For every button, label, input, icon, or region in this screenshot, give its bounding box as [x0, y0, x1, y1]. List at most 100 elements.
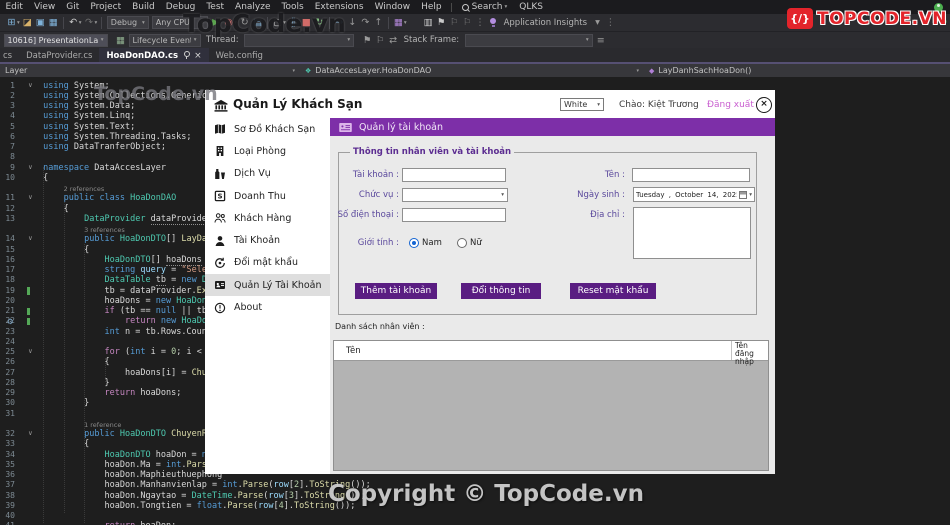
gender-label: Giới tính : [325, 238, 399, 248]
phone-input[interactable] [402, 208, 506, 222]
logo-badge: {/} [787, 8, 813, 29]
update-info-button[interactable]: Đổi thông tin [461, 283, 541, 299]
column-header-ten[interactable]: Tên [346, 346, 361, 356]
app-title-bar: Quản Lý Khách Sạn White ▾ Chào: Kiệt Trư… [205, 90, 775, 118]
sidebar-item-quan-ly-tai-khoan[interactable]: Quản Lý Tài Khoản [205, 274, 330, 296]
menu-view[interactable]: View [28, 2, 60, 12]
phone-label: Số điện thoại : [325, 210, 399, 220]
name-label: Tên : [553, 170, 625, 180]
solution-configurations-combo[interactable]: Debug▾ [107, 16, 149, 29]
change-tracking-bar [27, 318, 30, 326]
dob-datepicker[interactable]: Tuesday , October 14, 2025 ▾ [633, 187, 755, 202]
collapse-chevron-icon[interactable]: ∨ [28, 234, 33, 242]
output-icon[interactable]: ▥ [422, 15, 435, 30]
pin-icon[interactable] [184, 51, 190, 57]
menu-build[interactable]: Build [127, 2, 161, 12]
toolbar-overflow-icon[interactable]: ⋮ [604, 15, 617, 30]
content-header-title: Quản lý tài khoản [359, 122, 443, 133]
stack-frame-combo[interactable]: ▾ [465, 34, 593, 47]
menu-edit[interactable]: Edit [0, 2, 28, 12]
step-out-icon[interactable]: ↑ [372, 15, 385, 30]
logo-text: TOPCODE.VN [817, 9, 947, 29]
search-icon [462, 4, 469, 11]
collapse-chevron-icon[interactable]: ∨ [28, 193, 33, 201]
breadcrumb-segment-2[interactable]: ❖DataAccesLayer.HoaDonDAO▾ [300, 64, 644, 77]
close-icon[interactable]: × [756, 97, 772, 113]
sidebar-item-doanh-thu[interactable]: SDoanh Thu [205, 185, 330, 207]
logout-link[interactable]: Đăng xuất [707, 100, 754, 110]
application-insights-icon[interactable] [490, 18, 497, 27]
toolbar-separator [388, 17, 389, 29]
sidebar-item-tai-khoan[interactable]: Tài Khoản [205, 229, 330, 251]
menu-git[interactable]: Git [61, 2, 85, 12]
sidebar-item-loai-phong[interactable]: Loại Phòng [205, 140, 330, 162]
id-card-icon [339, 123, 352, 132]
sidebar-item-dich-vu[interactable]: Dịch Vụ [205, 163, 330, 185]
flag-outline-icon[interactable]: ⚐ [374, 33, 387, 48]
bookmark-overflow-icon[interactable]: ⋮ [474, 15, 487, 30]
search-label: Search [472, 2, 503, 12]
username-input[interactable] [402, 168, 506, 182]
tab-dataprovider-cs[interactable]: DataProvider.cs [19, 48, 99, 63]
debugbar-overflow-icon[interactable]: ≡ [594, 33, 607, 48]
screen: EditViewGitProjectBuildDebugTestAnalyzeT… [0, 0, 950, 525]
navigation-bar: Layer▾❖DataAccesLayer.HoaDonDAO▾◆LayDanh… [0, 64, 950, 77]
solution-name: QLKS [514, 2, 549, 12]
sidebar-item-label: Dịch Vụ [234, 168, 271, 179]
search-control[interactable]: Search ▾ [456, 2, 514, 12]
sidebar-item-label: Quản Lý Tài Khoản [234, 280, 322, 291]
column-header-ten-dang-nhap[interactable]: Tên đăng nhập [735, 342, 768, 366]
collapse-chevron-icon[interactable]: ∨ [28, 347, 33, 355]
menu-help[interactable]: Help [416, 2, 448, 12]
collapse-chevron-icon[interactable]: ∨ [28, 163, 33, 171]
breadcrumb-segment-1[interactable]: Layer▾ [0, 64, 300, 77]
watermark-toolbar: TopCode.vn [183, 9, 346, 38]
open-folder-icon[interactable]: ◪ [21, 15, 34, 30]
save-all-icon[interactable]: ▦ [47, 15, 60, 30]
watermark-copyright: Copyright © TopCode.vn [328, 481, 644, 507]
chevron-down-icon: ▾ [597, 102, 600, 108]
svg-text:S: S [217, 192, 222, 200]
quick-actions-icon[interactable]: ⚙ [7, 317, 14, 326]
name-input[interactable] [632, 168, 750, 182]
chevron-down-icon: ▾ [79, 20, 82, 26]
prev-bookmark-icon[interactable]: ⚐ [448, 15, 461, 30]
username-label: Tài khoản : [325, 170, 399, 180]
process-combo[interactable]: 10616] PresentationLayer.exe▾ [4, 34, 108, 47]
gender-male-label: Nam [422, 238, 442, 248]
address-textarea[interactable] [633, 207, 751, 259]
lifecycle-events-icon[interactable]: ▦ [114, 33, 127, 48]
reset-password-button[interactable]: Reset mật khẩu [570, 283, 656, 299]
menu-project[interactable]: Project [85, 2, 127, 12]
breadcrumb-segment-3[interactable]: ◆LayDanhSachHoaDon() [644, 64, 756, 77]
gender-female-radio[interactable] [457, 238, 467, 248]
application-insights-caret-icon[interactable]: ▾ [591, 15, 604, 30]
gender-male-radio[interactable] [409, 238, 419, 248]
sidebar-item-label: Sơ Đồ Khách Sạn [234, 124, 315, 135]
toggle-flagged-icon[interactable]: ⇄ [387, 33, 400, 48]
tab-hoadondao-cs[interactable]: HoaDonDAO.cs× [99, 48, 208, 63]
collapse-chevron-icon[interactable]: ∨ [28, 429, 33, 437]
theme-select[interactable]: White ▾ [560, 98, 604, 111]
menu-separator [451, 3, 452, 12]
tab-web-config[interactable]: Web.config [209, 48, 270, 63]
chevron-down-icon: ▾ [749, 192, 752, 198]
menu-window[interactable]: Window [369, 2, 416, 12]
add-account-button[interactable]: Thêm tài khoản [355, 283, 437, 299]
sidebar-item-doi-mat-khau[interactable]: Đổi mật khẩu [205, 252, 330, 274]
bookmark-icon[interactable]: ⚑ [435, 15, 448, 30]
sidebar-item-khach-hang[interactable]: Khách Hàng [205, 207, 330, 229]
step-into-icon[interactable]: ↓ [346, 15, 359, 30]
flag-threads-icon[interactable]: ⚑ [361, 33, 374, 48]
password-icon [214, 257, 226, 269]
sidebar-item-so-do-khach-san[interactable]: Sơ Đồ Khách Sạn [205, 118, 330, 140]
tab-cs[interactable]: cs [0, 48, 19, 63]
role-select[interactable]: ▾ [402, 188, 508, 202]
step-over-icon[interactable]: ↷ [359, 15, 372, 30]
sidebar-item-about[interactable]: About [205, 296, 330, 318]
next-bookmark-icon[interactable]: ⚐ [461, 15, 474, 30]
sidebar-item-label: Khách Hàng [234, 213, 291, 224]
save-icon[interactable]: ▣ [34, 15, 47, 30]
close-tab-icon[interactable]: × [194, 51, 202, 61]
collapse-chevron-icon[interactable]: ∨ [28, 81, 33, 89]
